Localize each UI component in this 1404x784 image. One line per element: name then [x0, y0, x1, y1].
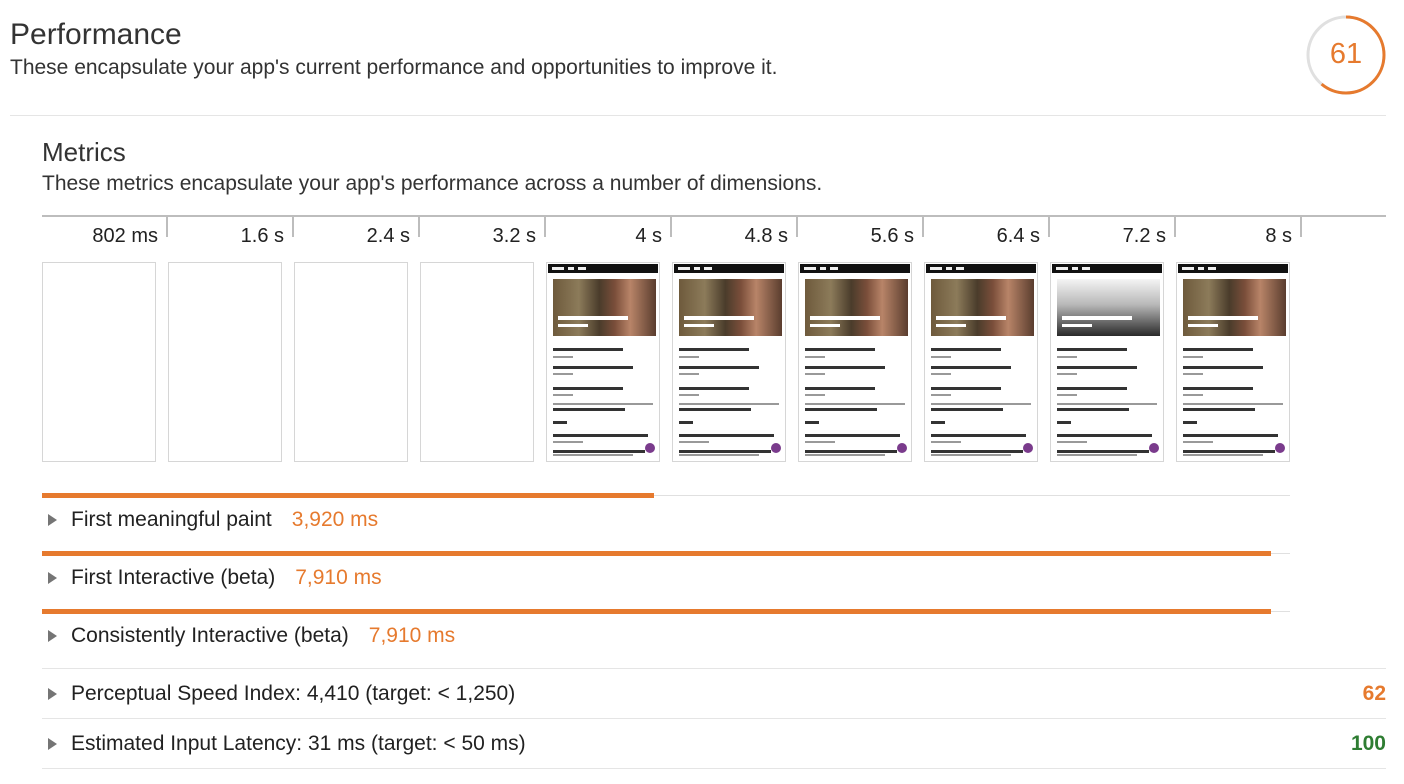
frame-thumbnail [1052, 264, 1162, 460]
tick-label: 8 s [1265, 225, 1292, 247]
filmstrip-tick: 4.8 s [672, 217, 798, 247]
tick-label: 5.6 s [870, 225, 914, 247]
performance-score-gauge: 61 [1305, 14, 1387, 96]
metric-value: 3,920 ms [291, 508, 379, 531]
audit-score: 62 [1362, 681, 1386, 705]
filmstrip-frame [420, 262, 534, 462]
metric-value: 7,910 ms [368, 624, 456, 647]
frame-thumbnail [674, 264, 784, 460]
audit-label: Perceptual Speed Index: 4,410 (target: <… [71, 681, 516, 705]
metric-first-meaningful-paint[interactable]: First meaningful paint 3,920 ms [42, 505, 378, 535]
performance-description: These encapsulate your app's current per… [10, 56, 778, 79]
audit-score: 100 [1350, 731, 1386, 755]
filmstrip-tick: 6.4 s [924, 217, 1050, 247]
frame-thumbnail [800, 264, 910, 460]
performance-title: Performance [10, 18, 182, 51]
tick-label: 7.2 s [1122, 225, 1166, 247]
tick-label: 4 s [635, 225, 662, 247]
expand-caret-icon[interactable] [48, 572, 57, 584]
filmstrip-frame [546, 262, 660, 462]
tick-label: 6.4 s [996, 225, 1040, 247]
performance-score: 61 [1329, 38, 1363, 70]
filmstrip-frame [924, 262, 1038, 462]
frame-thumbnail [548, 264, 658, 460]
metrics-description: These metrics encapsulate your app's per… [42, 172, 823, 195]
tick-label: 1.6 s [240, 225, 284, 247]
frame-thumbnail [1178, 264, 1288, 460]
filmstrip-tick: 1.6 s [168, 217, 294, 247]
tick-label: 4.8 s [744, 225, 788, 247]
expand-caret-icon[interactable] [48, 737, 57, 750]
filmstrip-frame [42, 262, 156, 462]
filmstrip-tick: 8 s [1176, 217, 1302, 247]
metrics-title: Metrics [42, 137, 126, 167]
filmstrip-frame [294, 262, 408, 462]
metric-bar-consistently-interactive [42, 609, 1271, 614]
filmstrip-frame [798, 262, 912, 462]
filmstrip-tick: 2.4 s [294, 217, 420, 247]
frame-thumbnail [926, 264, 1036, 460]
filmstrip-tick: 4 s [546, 217, 672, 247]
filmstrip-tick: 5.6 s [798, 217, 924, 247]
expand-caret-icon[interactable] [48, 630, 57, 642]
metric-label: First meaningful paint [71, 508, 272, 531]
metric-value: 7,910 ms [295, 566, 382, 589]
metric-label: First Interactive (beta) [71, 566, 276, 589]
metric-consistently-interactive[interactable]: Consistently Interactive (beta) 7,910 ms [42, 621, 455, 651]
audit-label: Estimated Input Latency: 31 ms (target: … [71, 731, 526, 755]
audit-perceptual-speed-index[interactable]: Perceptual Speed Index: 4,410 (target: <… [42, 668, 1386, 718]
tick-label: 802 ms [92, 225, 158, 247]
filmstrip-tick: 7.2 s [1050, 217, 1176, 247]
header-divider [10, 115, 1386, 116]
metric-first-interactive[interactable]: First Interactive (beta) 7,910 ms [42, 563, 382, 593]
tick-mark [1300, 217, 1302, 237]
tick-label: 2.4 s [366, 225, 410, 247]
audits-bottom-divider [42, 768, 1386, 769]
expand-caret-icon[interactable] [48, 687, 57, 700]
audit-estimated-input-latency[interactable]: Estimated Input Latency: 31 ms (target: … [42, 718, 1386, 768]
performance-header: Performance These encapsulate your app's… [10, 18, 1386, 80]
expand-caret-icon[interactable] [48, 514, 57, 526]
filmstrip-frame [168, 262, 282, 462]
metric-bar-first-meaningful-paint [42, 493, 654, 498]
filmstrip-frame [1176, 262, 1290, 462]
metric-label: Consistently Interactive (beta) [71, 624, 349, 647]
filmstrip-tick: 802 ms [42, 217, 168, 247]
filmstrip-tick: 3.2 s [420, 217, 546, 247]
filmstrip-frame [1050, 262, 1164, 462]
tick-label: 3.2 s [492, 225, 536, 247]
metric-bar-first-interactive [42, 551, 1271, 556]
filmstrip-frame [672, 262, 786, 462]
